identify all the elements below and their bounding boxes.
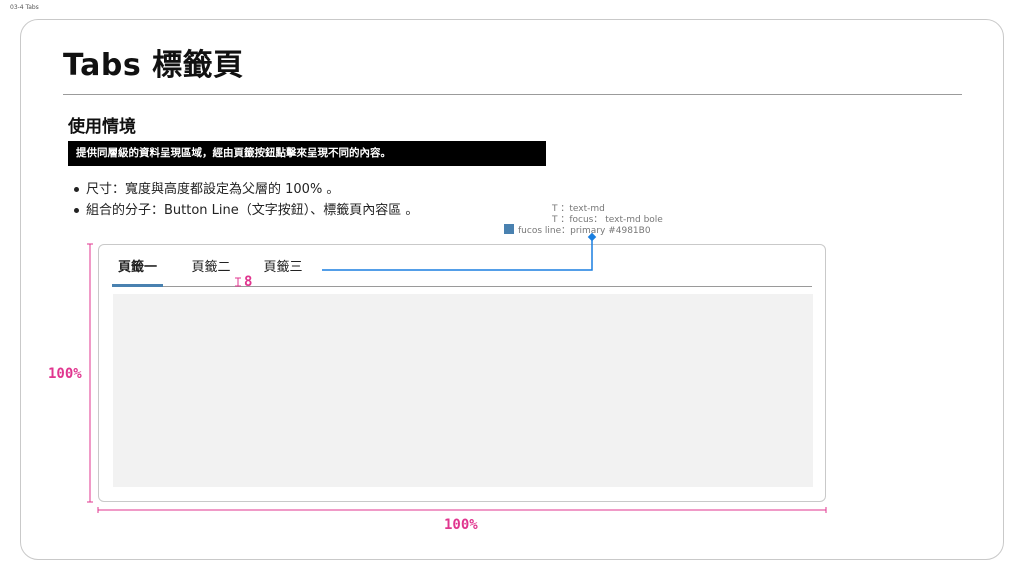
callout-anchor-dot xyxy=(587,232,597,242)
height-marker xyxy=(87,243,93,503)
gap-marker xyxy=(235,277,241,287)
width-marker xyxy=(97,507,827,513)
gap-label: 8 xyxy=(244,274,253,290)
callout-line xyxy=(322,238,593,271)
width-label: 100% xyxy=(444,517,478,533)
measurement-overlay xyxy=(87,232,827,513)
height-label: 100% xyxy=(48,366,82,382)
